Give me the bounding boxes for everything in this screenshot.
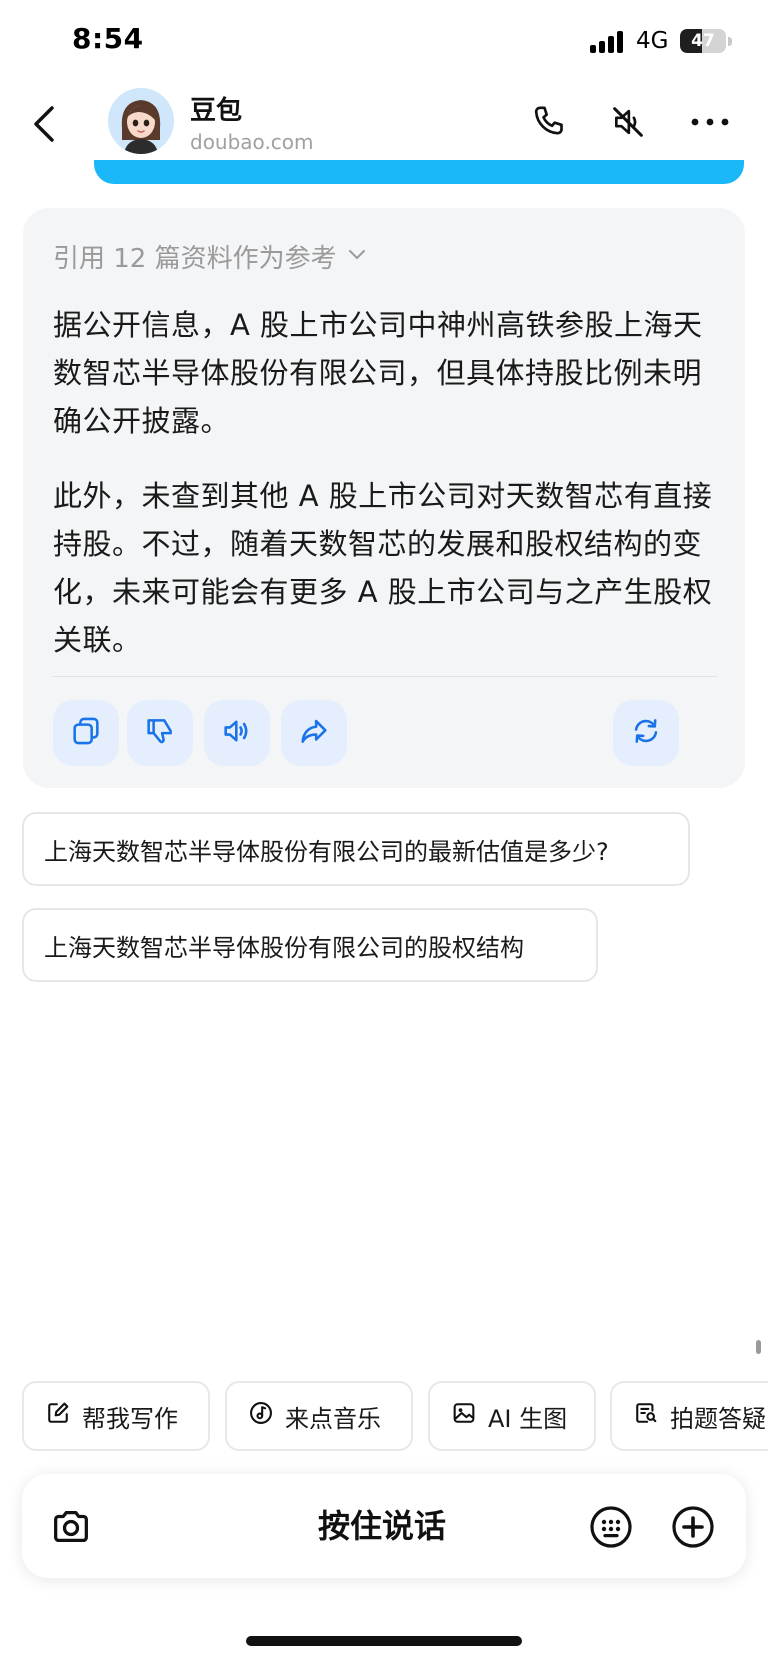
search-doc-icon bbox=[632, 1399, 660, 1433]
chip-label: AI 生图 bbox=[488, 1404, 568, 1433]
battery-percent: 47 bbox=[691, 31, 715, 51]
edit-icon bbox=[44, 1399, 72, 1433]
chat-header: 豆包 doubao.com bbox=[0, 80, 768, 168]
chip-ai-image[interactable]: AI 生图 bbox=[428, 1381, 596, 1451]
bot-name: 豆包 bbox=[190, 96, 243, 126]
chip-label: 来点音乐 bbox=[285, 1404, 381, 1433]
plus-icon[interactable] bbox=[668, 1502, 718, 1552]
hold-to-talk-button[interactable]: 按住说话 bbox=[172, 1474, 592, 1578]
cellular-signal-icon bbox=[590, 31, 628, 53]
avatar[interactable] bbox=[108, 88, 174, 154]
battery-cap bbox=[728, 37, 732, 46]
answer-paragraph: 此外，未查到其他 A 股上市公司对天数智芯有直接持股。不过，随着天数智芯的发展和… bbox=[53, 479, 713, 657]
answer-paragraph: 据公开信息，A 股上市公司中神州高铁参股上海天数智芯半导体股份有限公司，但具体持… bbox=[53, 308, 703, 438]
status-bar: 8:54 4G 47 bbox=[0, 0, 768, 80]
reference-label: 引用 12 篇资料作为参考 bbox=[53, 244, 337, 274]
music-icon bbox=[247, 1399, 275, 1433]
chip-photo-question[interactable]: 拍题答疑 bbox=[610, 1381, 768, 1451]
image-icon bbox=[450, 1399, 478, 1433]
bot-domain: doubao.com bbox=[190, 130, 314, 154]
dislike-icon bbox=[143, 714, 177, 752]
status-time: 8:54 bbox=[72, 22, 144, 55]
suggestion-chip[interactable]: 上海天数智芯半导体股份有限公司的股权结构 bbox=[22, 908, 598, 982]
regenerate-button[interactable] bbox=[613, 700, 679, 766]
chevron-down-icon bbox=[347, 247, 367, 266]
copy-button[interactable] bbox=[53, 700, 119, 766]
share-icon bbox=[297, 714, 331, 752]
answer-card: 引用 12 篇资料作为参考 据公开信息，A 股上市公司中神州高铁参股上海天数智芯… bbox=[23, 208, 745, 788]
chip-music[interactable]: 来点音乐 bbox=[225, 1381, 413, 1451]
user-message-bubble bbox=[94, 160, 744, 184]
regenerate-icon bbox=[629, 714, 663, 752]
more-icon[interactable] bbox=[686, 98, 734, 146]
camera-icon[interactable] bbox=[46, 1502, 96, 1552]
chip-label: 帮我写作 bbox=[82, 1404, 178, 1433]
phone-icon[interactable] bbox=[525, 98, 573, 146]
share-button[interactable] bbox=[281, 700, 347, 766]
back-icon[interactable] bbox=[28, 100, 64, 148]
suggestion-chip[interactable]: 上海天数智芯半导体股份有限公司的最新估值是多少? bbox=[22, 812, 690, 886]
chip-label: 拍题答疑 bbox=[670, 1404, 766, 1433]
dislike-button[interactable] bbox=[127, 700, 193, 766]
speaker-muted-icon[interactable] bbox=[604, 98, 652, 146]
home-indicator[interactable] bbox=[246, 1636, 522, 1646]
copy-icon bbox=[69, 714, 103, 752]
input-bar: 按住说话 bbox=[22, 1474, 746, 1578]
battery-icon: 47 bbox=[680, 29, 726, 53]
read-aloud-icon bbox=[220, 714, 254, 752]
network-type: 4G bbox=[636, 28, 669, 54]
chip-writing[interactable]: 帮我写作 bbox=[22, 1381, 210, 1451]
reference-toggle[interactable]: 引用 12 篇资料作为参考 bbox=[53, 238, 367, 275]
read-aloud-button[interactable] bbox=[204, 700, 270, 766]
scroll-indicator[interactable] bbox=[756, 1340, 761, 1354]
keypad-icon[interactable] bbox=[586, 1502, 636, 1552]
divider bbox=[53, 676, 717, 677]
